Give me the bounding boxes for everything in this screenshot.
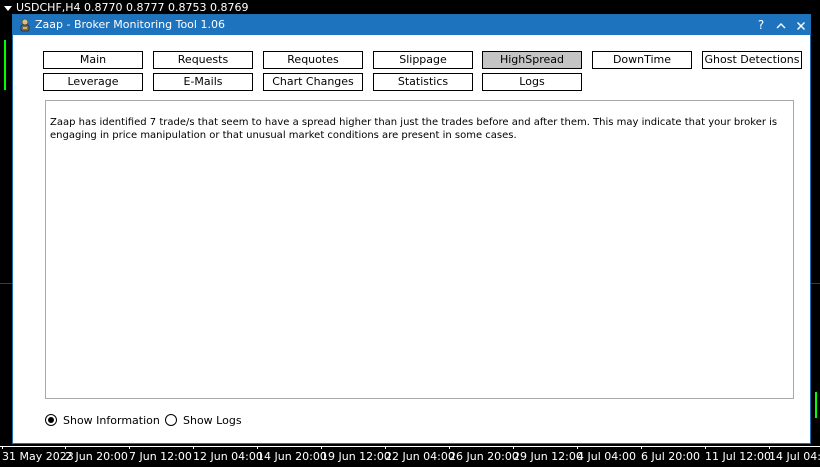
- tab-statistics[interactable]: Statistics: [373, 73, 473, 91]
- time-label: 12 Jun 04:00: [193, 446, 263, 463]
- symbol-quote-text: USDCHF,H4 0.8770 0.8777 0.8753 0.8769: [16, 1, 249, 14]
- time-label: 31 May 2023: [2, 446, 74, 463]
- tab-requests[interactable]: Requests: [153, 51, 253, 69]
- time-label: 26 Jun 20:00: [449, 446, 519, 463]
- tab-leverage[interactable]: Leverage: [43, 73, 143, 91]
- time-label: 11 Jul 12:00: [705, 446, 771, 463]
- tab-emails[interactable]: E-Mails: [153, 73, 253, 91]
- time-label: 29 Jun 12:00: [513, 446, 583, 463]
- broker-monitor-dialog: Zaap - Broker Monitoring Tool 1.06 ? Mai…: [12, 14, 811, 444]
- show-logs-label: Show Logs: [183, 414, 242, 427]
- time-label: 22 Jun 04:00: [385, 446, 455, 463]
- candle-right: [815, 392, 817, 418]
- tab-main[interactable]: Main: [43, 51, 143, 69]
- help-button[interactable]: ?: [751, 15, 771, 35]
- dialog-titlebar[interactable]: Zaap - Broker Monitoring Tool 1.06 ?: [13, 15, 810, 35]
- tab-requotes[interactable]: Requotes: [263, 51, 363, 69]
- show-information-radio[interactable]: [45, 414, 57, 426]
- highspread-message: Zaap has identified 7 trade/s that seem …: [50, 117, 778, 141]
- tab-slippage[interactable]: Slippage: [373, 51, 473, 69]
- time-label: 7 Jun 12:00: [129, 446, 192, 463]
- close-button[interactable]: [791, 15, 811, 35]
- time-label: 19 Jun 12:00: [321, 446, 391, 463]
- show-logs-radio[interactable]: [165, 414, 177, 426]
- time-axis: 31 May 2023 2 Jun 20:00 7 Jun 12:00 12 J…: [0, 446, 820, 467]
- tab-logs[interactable]: Logs: [482, 73, 582, 91]
- chevron-up-icon: [776, 22, 786, 28]
- tab-chart-changes[interactable]: Chart Changes: [263, 73, 363, 91]
- minimize-button[interactable]: [771, 15, 791, 35]
- time-label: 6 Jul 20:00: [641, 446, 700, 463]
- tab-ghost-detections[interactable]: Ghost Detections: [702, 51, 802, 69]
- time-label: 14 Jul 04:00: [769, 446, 820, 463]
- time-label: 2 Jun 20:00: [65, 446, 128, 463]
- time-label: 4 Jul 04:00: [577, 446, 636, 463]
- time-label: 14 Jun 20:00: [257, 446, 327, 463]
- chart-menu-triangle-icon[interactable]: [4, 5, 12, 11]
- show-information-label: Show Information: [63, 414, 160, 427]
- tab-downtime[interactable]: DownTime: [592, 51, 692, 69]
- candle-left: [4, 40, 6, 90]
- close-icon: [797, 21, 805, 30]
- information-panel[interactable]: Zaap has identified 7 trade/s that seem …: [45, 100, 794, 399]
- dialog-title: Zaap - Broker Monitoring Tool 1.06: [35, 18, 225, 31]
- app-logo-icon: [18, 18, 32, 32]
- tab-highspread[interactable]: HighSpread: [482, 51, 582, 69]
